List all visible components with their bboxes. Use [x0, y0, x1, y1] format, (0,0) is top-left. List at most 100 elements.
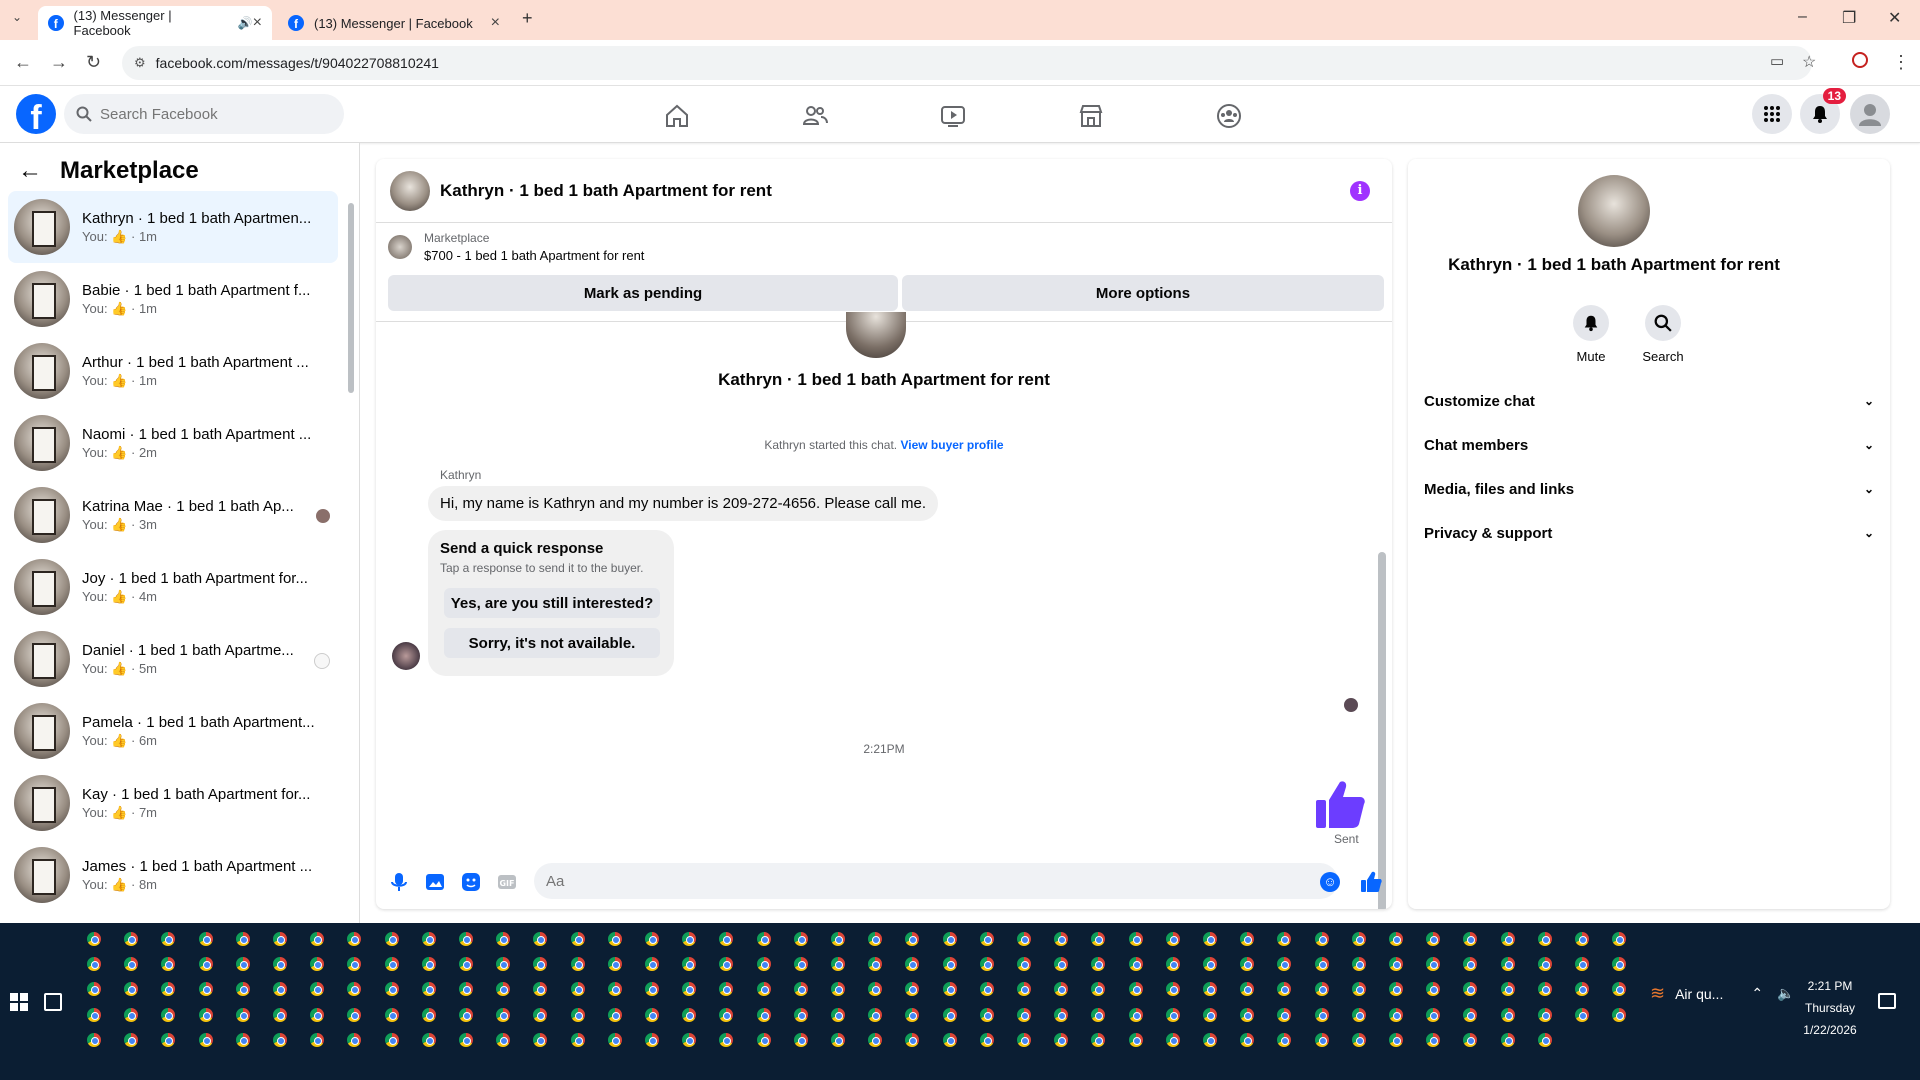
chrome-app-icon[interactable] [1164, 981, 1181, 997]
chrome-app-icon[interactable] [1276, 1007, 1293, 1023]
chrome-app-icon[interactable] [1425, 1007, 1442, 1023]
chrome-app-icon[interactable] [197, 981, 214, 997]
chrome-app-icon[interactable] [1016, 1032, 1032, 1048]
chrome-app-icon[interactable] [1202, 981, 1218, 997]
chrome-app-icon[interactable] [1425, 956, 1442, 972]
chrome-app-icon[interactable] [532, 931, 549, 947]
chrome-app-icon[interactable] [1090, 931, 1107, 947]
chrome-app-icon[interactable] [606, 1032, 623, 1048]
facebook-logo-icon[interactable]: f [16, 94, 56, 134]
chrome-app-icon[interactable] [1574, 1007, 1590, 1023]
chrome-app-icon[interactable] [1202, 1032, 1218, 1048]
microphone-icon[interactable] [388, 871, 410, 893]
weather-text[interactable]: Air qu... [1675, 986, 1723, 1002]
chrome-app-icon[interactable] [1127, 1007, 1144, 1023]
chrome-app-icon[interactable] [86, 1007, 102, 1023]
chrome-app-icon[interactable] [1164, 1032, 1181, 1048]
chrome-app-icon[interactable] [1350, 1007, 1367, 1023]
chrome-app-icon[interactable] [1499, 1032, 1516, 1048]
chrome-app-icon[interactable] [420, 1007, 437, 1023]
chrome-app-icon[interactable] [86, 931, 102, 947]
chrome-app-icon[interactable] [718, 1007, 735, 1023]
chrome-app-icon[interactable] [941, 956, 958, 972]
chrome-app-icon[interactable] [606, 931, 623, 947]
forward-icon[interactable]: → [50, 52, 68, 73]
reload-icon[interactable]: ↻ [86, 52, 101, 73]
chrome-app-icon[interactable] [1202, 956, 1218, 972]
chrome-app-icon[interactable] [197, 956, 214, 972]
chrome-app-icon[interactable] [941, 931, 958, 947]
chrome-app-icon[interactable] [1388, 956, 1404, 972]
home-icon[interactable] [622, 94, 732, 138]
chrome-app-icon[interactable] [309, 956, 326, 972]
chrome-app-icon[interactable] [792, 931, 809, 947]
chrome-app-icon[interactable] [569, 1032, 586, 1048]
chrome-app-icon[interactable] [1350, 931, 1367, 947]
chrome-app-icon[interactable] [644, 1007, 660, 1023]
chrome-app-icon[interactable] [644, 981, 660, 997]
chrome-app-icon[interactable] [644, 931, 660, 947]
chrome-app-icon[interactable] [123, 981, 140, 997]
chrome-app-icon[interactable] [532, 981, 549, 997]
chrome-app-icon[interactable] [1499, 1007, 1516, 1023]
conversation-item[interactable]: Kay · 1 bed 1 bath Apartment for... You:… [8, 767, 338, 839]
chrome-app-icon[interactable] [941, 981, 958, 997]
chrome-app-icon[interactable] [495, 1007, 512, 1023]
chrome-app-icon[interactable] [681, 956, 698, 972]
chrome-app-icon[interactable] [197, 1007, 214, 1023]
task-view-icon[interactable] [44, 993, 62, 1011]
chrome-app-icon[interactable] [644, 956, 660, 972]
site-info-icon[interactable]: ⚙ [134, 55, 146, 71]
chrome-app-icon[interactable] [1090, 956, 1107, 972]
chrome-app-icon[interactable] [123, 1032, 140, 1048]
chrome-app-icon[interactable] [123, 1007, 140, 1023]
tab-close-icon[interactable]: × [491, 14, 500, 32]
chrome-app-icon[interactable] [458, 931, 474, 947]
chrome-app-icon[interactable] [1127, 1032, 1144, 1048]
chrome-app-icon[interactable] [755, 981, 772, 997]
chrome-app-icon[interactable] [1127, 931, 1144, 947]
chrome-app-icon[interactable] [1313, 981, 1330, 997]
chrome-app-icon[interactable] [1611, 931, 1628, 947]
chrome-app-icon[interactable] [1202, 1007, 1218, 1023]
sidebar-scrollbar[interactable] [348, 203, 354, 393]
chrome-app-icon[interactable] [234, 931, 251, 947]
browser-tab[interactable]: f (13) Messenger | Facebook × [278, 6, 510, 40]
chrome-app-icon[interactable] [495, 981, 512, 997]
chrome-app-icon[interactable] [867, 981, 884, 997]
chrome-app-icon[interactable] [681, 1032, 698, 1048]
chrome-app-icon[interactable] [792, 1007, 809, 1023]
chrome-app-icon[interactable] [160, 1007, 177, 1023]
chrome-app-icon[interactable] [1611, 1007, 1628, 1023]
sticker-icon[interactable] [460, 871, 482, 893]
search-in-conversation-button[interactable]: Search [1628, 305, 1698, 364]
back-arrow-icon[interactable]: ← [18, 157, 42, 185]
chrome-app-icon[interactable] [904, 1007, 921, 1023]
chrome-app-icon[interactable] [1499, 931, 1516, 947]
conversation-item[interactable]: Joy · 1 bed 1 bath Apartment for... You:… [8, 551, 338, 623]
chrome-app-icon[interactable] [383, 931, 400, 947]
chrome-app-icon[interactable] [830, 956, 846, 972]
chrome-app-icon[interactable] [606, 981, 623, 997]
view-buyer-profile-link[interactable]: View buyer profile [900, 438, 1003, 452]
close-window-icon[interactable]: ✕ [1888, 8, 1901, 28]
volume-icon[interactable]: 🔈 [1777, 985, 1794, 1002]
chrome-app-icon[interactable] [644, 1032, 660, 1048]
chrome-app-icon[interactable] [1239, 931, 1256, 947]
chrome-app-icon[interactable] [272, 981, 288, 997]
chrome-app-icon[interactable] [904, 931, 921, 947]
chrome-app-icon[interactable] [458, 956, 474, 972]
chrome-app-icon[interactable] [1350, 981, 1367, 997]
chrome-app-icon[interactable] [792, 1032, 809, 1048]
chrome-app-icon[interactable] [123, 956, 140, 972]
chrome-app-icon[interactable] [495, 956, 512, 972]
chrome-app-icon[interactable] [197, 931, 214, 947]
chrome-app-icon[interactable] [1574, 931, 1590, 947]
chrome-app-icon[interactable] [941, 1007, 958, 1023]
chrome-app-icon[interactable] [1536, 931, 1553, 947]
audio-icon[interactable]: 🔊 [238, 16, 253, 30]
chrome-app-icon[interactable] [420, 931, 437, 947]
address-bar[interactable]: ⚙ facebook.com/messages/t/90402270881024… [122, 46, 1812, 80]
chrome-app-icon[interactable] [383, 1032, 400, 1048]
chrome-app-icon[interactable] [792, 981, 809, 997]
